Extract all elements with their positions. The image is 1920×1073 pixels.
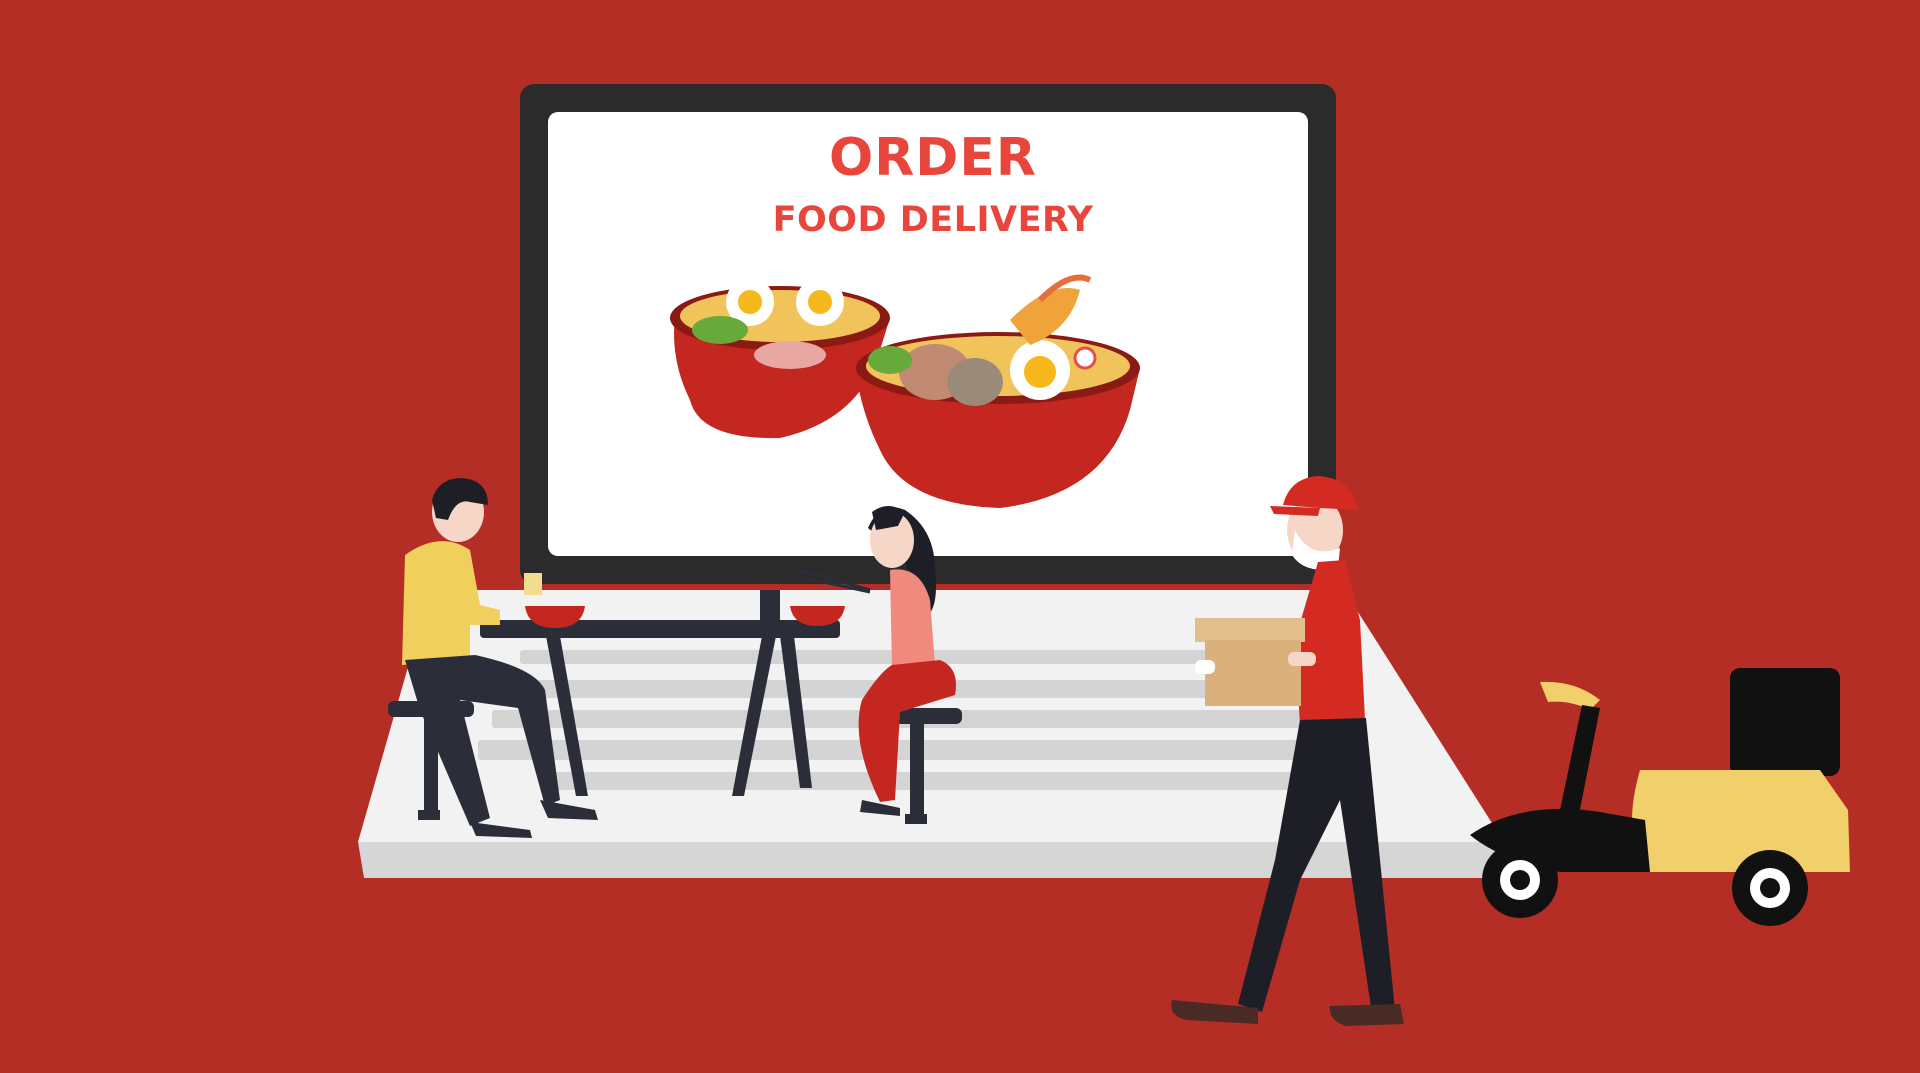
order-subtitle: FOOD DELIVERY [772,200,1094,240]
parcel-box-icon [1195,618,1316,706]
order-title: ORDER [829,128,1037,188]
laptop-deck-front-edge [358,842,1504,878]
delivery-scooter-icon [1470,668,1850,926]
